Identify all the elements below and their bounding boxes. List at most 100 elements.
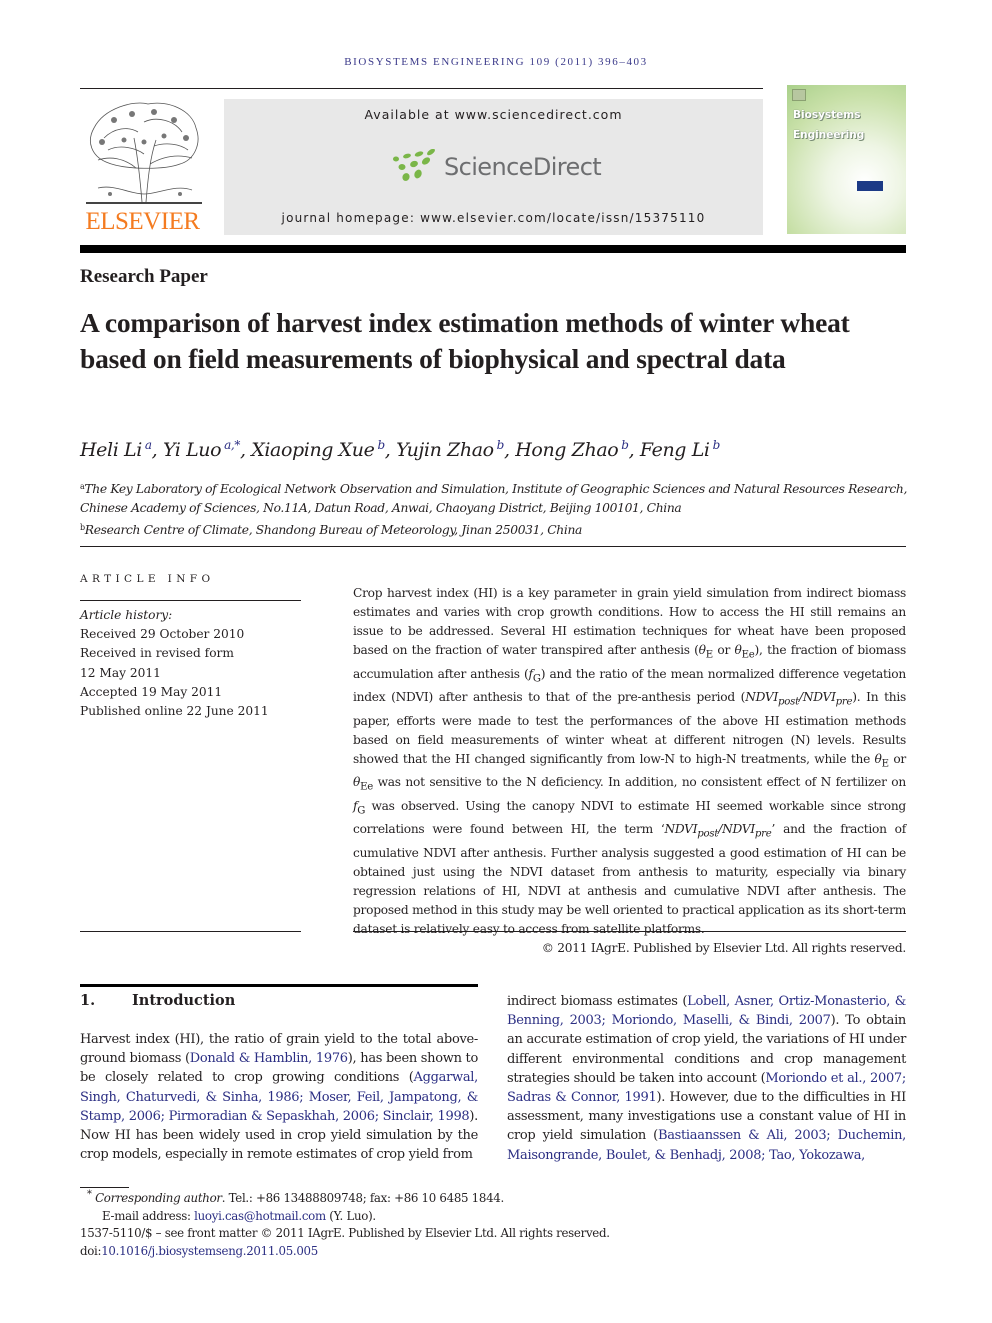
section-rule	[80, 984, 478, 987]
citation-link[interactable]: Sadras & Connor, 1991	[507, 1090, 657, 1105]
sciencedirect-logo[interactable]: ScienceDirect	[390, 147, 602, 187]
author[interactable]: Yujin Zhao b	[396, 438, 505, 461]
author-list: Heli Li a, Yi Luo a,*, Xiaoping Xue b, Yuji…	[80, 438, 721, 461]
theta-symbol: θ	[874, 751, 882, 766]
footnotes: * Corresponding author. Tel.: +86 134888…	[80, 1186, 910, 1260]
contact-info: . Tel.: +86 13488809748; fax: +86 10 648…	[221, 1190, 505, 1205]
introduction-column-right: indirect biomass estimates (Lobell, Asne…	[507, 992, 906, 1165]
elsevier-wordmark: ELSEVIER	[85, 208, 200, 235]
section-number: 1.	[80, 992, 96, 1009]
affiliation-marker[interactable]: a,*	[224, 438, 240, 452]
masthead-rule	[80, 245, 906, 253]
author[interactable]: Feng Li b	[639, 438, 721, 461]
author-name: Heli Li	[80, 439, 142, 461]
subscript: Ee	[741, 649, 755, 661]
citation-link[interactable]: Pirmoradian & Sepaskhah, 2006	[169, 1109, 375, 1124]
author[interactable]: Xiaoping Xue b	[251, 438, 386, 461]
author[interactable]: Heli Li a	[80, 438, 152, 461]
subscript: Ee	[360, 781, 374, 793]
author-name: Hong Zhao	[515, 439, 619, 461]
top-rule	[80, 88, 763, 89]
abstract-text: ’ and the fraction of cumulative NDVI af…	[353, 822, 906, 936]
citation-separator: ;	[160, 1108, 169, 1124]
email-owner: (Y. Luo).	[325, 1208, 376, 1223]
abstract-text: or	[888, 751, 906, 766]
sciencedirect-wordmark: ScienceDirect	[444, 153, 602, 181]
affiliation: aThe Key Laboratory of Ecological Networ…	[80, 477, 910, 518]
subscript: pre	[754, 828, 772, 840]
theta-symbol: θ	[734, 643, 742, 658]
affiliation-marker[interactable]: b	[621, 438, 629, 452]
sciencedirect-dots-icon	[393, 149, 435, 181]
article-history-label: Article history:	[80, 608, 173, 622]
history-item: Received 29 October 2010	[80, 627, 245, 642]
affiliations: aThe Key Laboratory of Ecological Networ…	[80, 477, 910, 540]
affiliation-marker[interactable]: b	[713, 438, 721, 452]
journal-cover-thumbnail[interactable]: Biosystems Engineering	[787, 85, 906, 234]
affiliation-text: The Key Laboratory of Ecological Network…	[80, 482, 908, 515]
affiliation: bResearch Centre of Climate, Shandong Bu…	[80, 518, 910, 540]
cover-title-line2: Engineering	[793, 129, 865, 141]
cover-title-line1: Biosystems	[793, 109, 861, 121]
author[interactable]: Hong Zhao b	[515, 438, 629, 461]
citation-link[interactable]: Bastiaanssen & Ali, 2003	[658, 1128, 827, 1143]
section-title: Introduction	[132, 992, 236, 1009]
ndvi-symbol: NDVI	[722, 822, 755, 837]
history-item: 12 May 2011	[80, 665, 161, 680]
abstract-copyright: © 2011 IAgrE. Published by Elsevier Ltd.…	[541, 940, 907, 955]
theta-symbol: θ	[698, 643, 706, 658]
subscript: pre	[835, 696, 853, 708]
article-type: Research Paper	[80, 266, 208, 287]
author-name: Yi Luo	[162, 439, 222, 461]
elsevier-tree-icon	[86, 102, 202, 204]
cover-elsevier-logo-icon	[792, 89, 806, 101]
abstract-text: was not sensitive to the N deficiency. I…	[373, 775, 907, 790]
available-at-link[interactable]: Available at www.sciencedirect.com	[224, 107, 763, 122]
citation-separator: ;	[374, 1108, 383, 1124]
subscript: E	[705, 649, 713, 661]
subscript: post	[697, 828, 719, 840]
author-name: Xiaoping Xue	[251, 439, 375, 461]
citation-link[interactable]: Moriondo, Maselli, & Bindi, 2007	[612, 1013, 831, 1028]
affiliation-marker[interactable]: b	[378, 438, 386, 452]
history-item: Accepted 19 May 2011	[80, 684, 223, 699]
abstract-bottom-rule	[353, 931, 906, 932]
citation-separator: ;	[601, 1013, 612, 1029]
ndvi-symbol: NDVI	[745, 690, 779, 705]
affiliation-marker[interactable]: b	[497, 438, 505, 452]
introduction-column-left: Harvest index (HI), the ratio of grain y…	[80, 1030, 478, 1164]
ndvi-symbol: NDVI	[802, 690, 836, 705]
subscript: G	[532, 673, 541, 685]
author-name: Feng Li	[639, 439, 710, 461]
doi-note: doi:10.1016/j.biosystemseng.2011.05.005	[80, 1243, 910, 1261]
doi-label: doi:	[80, 1243, 102, 1258]
author[interactable]: Yi Luo a,*	[162, 438, 240, 461]
ndvi-symbol: NDVI	[664, 822, 698, 837]
journal-homepage-link[interactable]: journal homepage: www.elsevier.com/locat…	[224, 211, 763, 225]
article-info-heading: ARTICLE INFO	[80, 573, 215, 585]
front-matter-note: 1537-5110/$ – see front matter © 2011 IA…	[80, 1226, 610, 1241]
citation-link[interactable]: Moriondo et al., 2007	[765, 1071, 902, 1086]
article-info-bottom-rule	[80, 931, 301, 932]
doi-link[interactable]: 10.1016/j.biosystemseng.2011.05.005	[101, 1244, 318, 1258]
abstract: Crop harvest index (HI) is a key paramet…	[353, 584, 906, 958]
article-info-rule	[80, 600, 301, 601]
article-title: A comparison of harvest index estimation…	[80, 307, 850, 374]
article-history: Article history: Received 29 October 201…	[80, 606, 301, 721]
affiliation-text: Research Centre of Climate, Shandong Bur…	[84, 523, 583, 537]
elsevier-logo[interactable]: ELSEVIER	[80, 98, 205, 238]
abstract-text: or	[712, 643, 735, 658]
history-item: Published online 22 June 2011	[80, 704, 269, 719]
citation-link[interactable]: Donald & Hamblin, 1976	[190, 1051, 348, 1066]
email-link[interactable]: luoyi.cas@hotmail.com	[194, 1209, 326, 1223]
corresponding-author-label: Corresponding author	[95, 1190, 222, 1205]
affiliation-marker[interactable]: a	[145, 438, 152, 452]
history-item: Received in revised form	[80, 646, 234, 661]
citation-link[interactable]: Sinclair, 1998	[383, 1109, 470, 1124]
author-name: Yujin Zhao	[396, 439, 494, 461]
email-label: E-mail address:	[102, 1208, 195, 1223]
citation-link[interactable]: Tao, Yokozawa,	[769, 1148, 865, 1163]
citation-separator: ;	[901, 1070, 906, 1086]
footnote-star: *	[87, 1189, 92, 1200]
corresponding-author-note: * Corresponding author. Tel.: +86 134888…	[80, 1186, 910, 1208]
